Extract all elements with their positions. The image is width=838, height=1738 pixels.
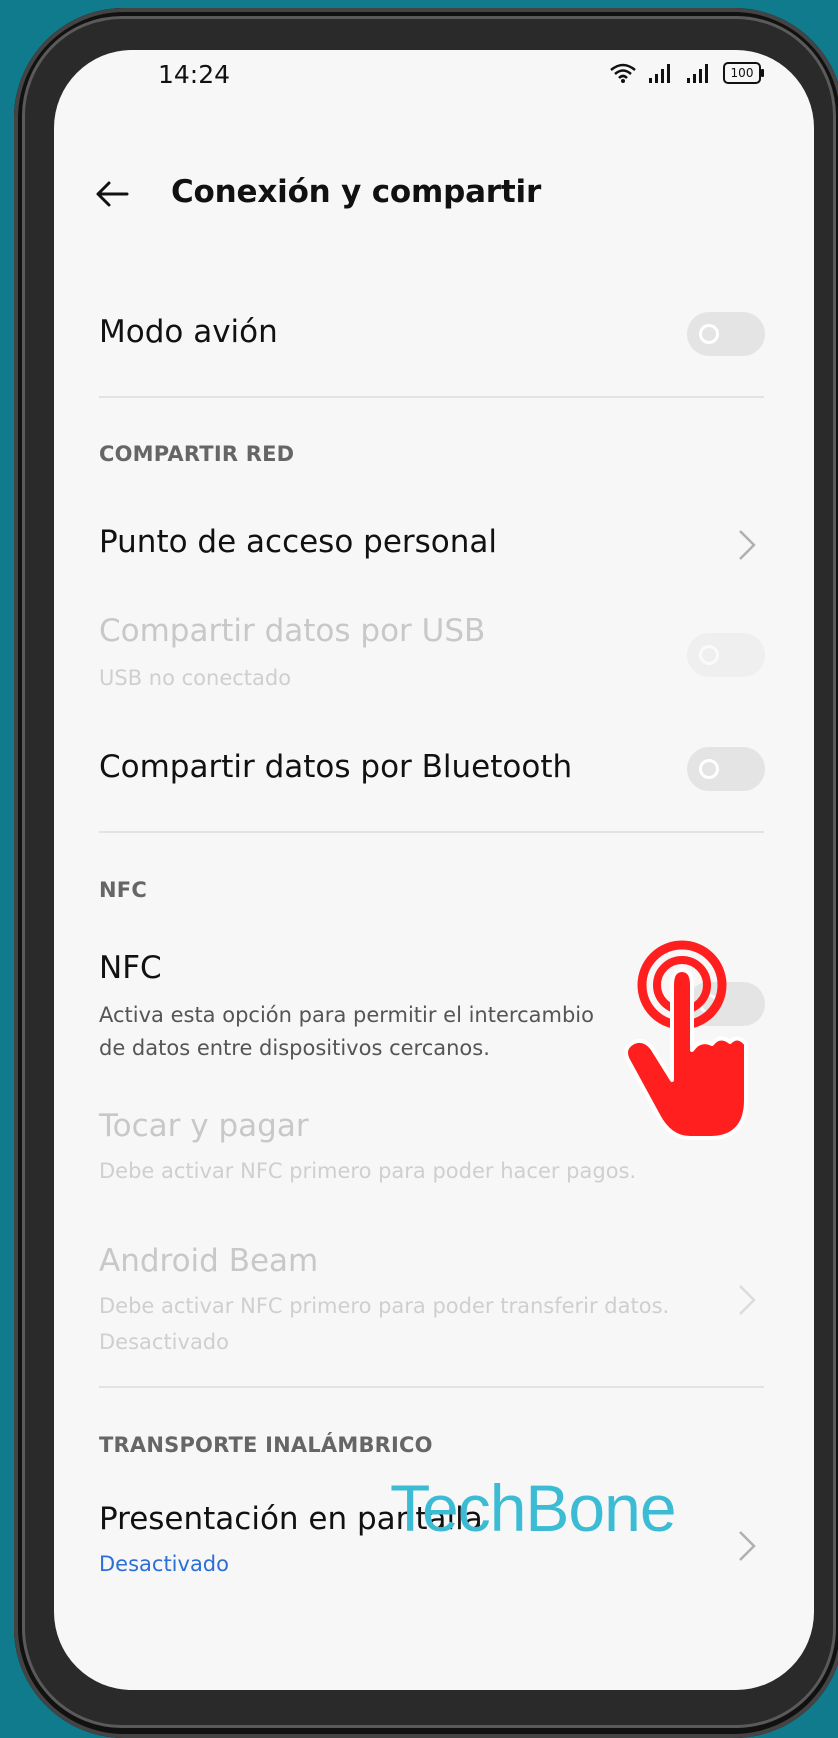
- chevron-right-icon: [739, 530, 756, 560]
- tap-to-pay-label: Tocar y pagar: [99, 1108, 309, 1144]
- battery-icon: 100: [723, 62, 764, 84]
- wifi-icon: [610, 63, 636, 83]
- page-title: Conexión y compartir: [171, 174, 542, 210]
- airplane-mode-toggle[interactable]: [687, 312, 765, 356]
- status-icons: 100: [609, 62, 764, 84]
- divider: [99, 396, 764, 398]
- airplane-mode-row[interactable]: Modo avión: [54, 300, 814, 370]
- nfc-description-line2: de datos entre dispositivos cercanos.: [99, 1036, 490, 1060]
- android-beam-label: Android Beam: [99, 1243, 319, 1279]
- chevron-right-icon: [739, 1531, 756, 1561]
- bluetooth-tether-toggle[interactable]: [687, 747, 765, 791]
- section-header-share: COMPARTIR RED: [99, 442, 295, 466]
- nfc-description-line1: Activa esta opción para permitir el inte…: [99, 1003, 594, 1027]
- phone-screen: 14:24 100 Conexión y compartir Modo avió…: [54, 50, 814, 1690]
- header: Conexión y compartir: [54, 160, 814, 230]
- hotspot-label: Punto de acceso personal: [99, 524, 498, 560]
- android-beam-row: Android Beam Debe activar NFC primero pa…: [54, 1240, 814, 1370]
- bluetooth-tether-label: Compartir datos por Bluetooth: [99, 749, 573, 785]
- usb-tether-label: Compartir datos por USB: [99, 613, 486, 649]
- android-beam-status: Desactivado: [99, 1330, 229, 1354]
- status-time: 14:24: [158, 60, 231, 89]
- airplane-mode-label: Modo avión: [99, 314, 278, 350]
- usb-tether-toggle: [687, 633, 765, 677]
- status-bar: 14:24 100: [54, 50, 814, 110]
- signal-icon-2: [687, 64, 708, 83]
- chevron-right-icon: [739, 1285, 756, 1315]
- bluetooth-tether-row[interactable]: Compartir datos por Bluetooth: [54, 735, 814, 805]
- tap-hand-icon: [624, 940, 748, 1140]
- divider: [99, 831, 764, 833]
- screen-cast-status: Desactivado: [99, 1552, 229, 1576]
- tap-to-pay-description: Debe activar NFC primero para poder hace…: [99, 1159, 637, 1183]
- divider: [99, 1386, 764, 1388]
- signal-icon: [649, 64, 670, 83]
- section-header-nfc: NFC: [99, 878, 147, 902]
- watermark-logo: TechBone: [390, 1471, 677, 1545]
- usb-tether-status: USB no conectado: [99, 666, 292, 690]
- back-arrow-icon[interactable]: [94, 176, 130, 212]
- usb-tether-row: Compartir datos por USB USB no conectado: [54, 610, 814, 700]
- nfc-label: NFC: [99, 950, 162, 986]
- section-header-wireless: TRANSPORTE INALÁMBRICO: [99, 1433, 433, 1457]
- hotspot-row[interactable]: Punto de acceso personal: [54, 510, 814, 580]
- android-beam-description: Debe activar NFC primero para poder tran…: [99, 1294, 670, 1318]
